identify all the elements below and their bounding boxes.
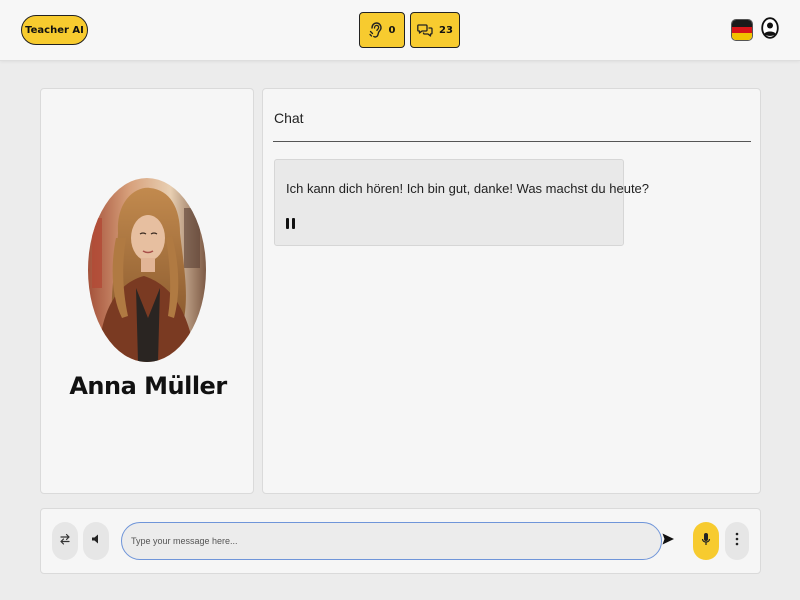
persona-name: Anna Müller [69,372,227,400]
more-options-button[interactable] [725,522,749,560]
germany-flag-icon[interactable] [731,19,753,41]
speaker-icon [90,532,102,550]
chat-count: 23 [439,24,453,36]
pause-icon[interactable] [284,216,296,230]
user-circle-icon[interactable] [761,17,779,39]
avatar [88,178,206,362]
more-vertical-icon [735,532,739,551]
listen-count-button[interactable]: 0 [359,12,405,48]
swap-icon [59,532,71,550]
persona-panel: Anna Müller [40,88,254,494]
listen-count: 0 [388,24,396,36]
message-input[interactable] [121,522,662,560]
message-composer [40,508,761,574]
chat-bubbles-icon [417,23,433,37]
teacher-ai-button[interactable]: Teacher AI [21,15,88,45]
chat-title: Chat [274,110,304,126]
microphone-icon [701,532,711,551]
chat-divider [273,141,751,142]
speaker-button[interactable] [83,522,109,560]
swap-button[interactable] [52,522,78,560]
message-text: Ich kann dich hören! Ich bin gut, danke!… [286,181,650,196]
ear-icon [368,22,383,38]
message-bubble: Ich kann dich hören! Ich bin gut, danke!… [274,159,649,246]
top-bar: Teacher AI 0 23 [0,0,800,61]
send-icon [661,532,675,551]
send-button[interactable] [656,522,680,560]
chat-count-button[interactable]: 23 [410,12,460,48]
microphone-button[interactable] [693,522,719,560]
chat-panel: Chat Ich kann dich hören! Ich bin gut, d… [262,88,761,494]
